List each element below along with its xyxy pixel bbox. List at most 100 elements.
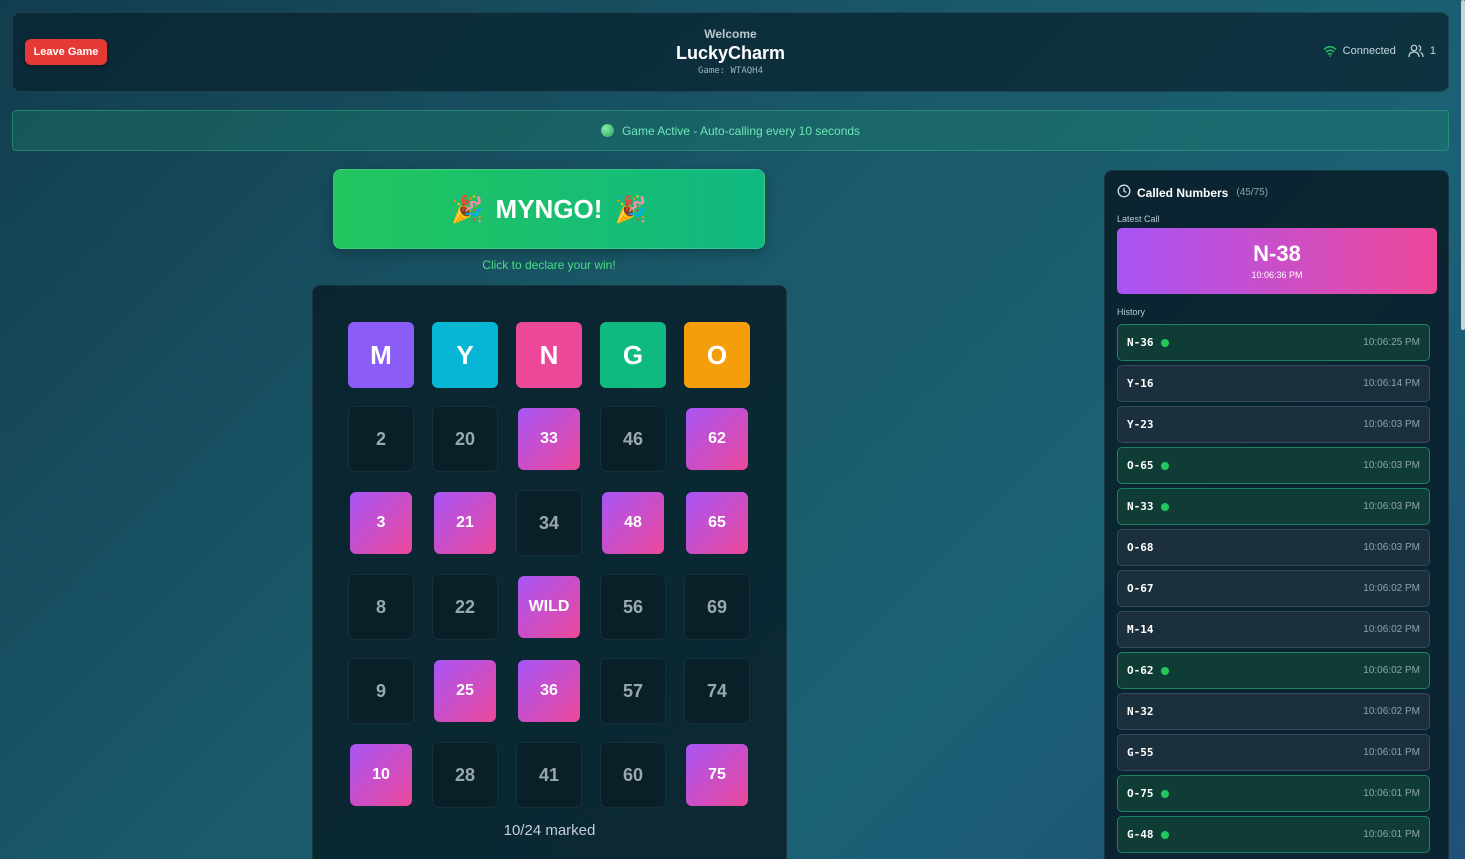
marked-dot-icon <box>1160 666 1169 675</box>
card-cell[interactable]: 41 <box>516 742 582 808</box>
history-item: N-32 10:06:02 PM <box>1117 693 1430 730</box>
page-scrollbar[interactable] <box>1461 0 1465 330</box>
party-popper-icon: 🎉 <box>614 193 647 224</box>
called-numbers-title: Called Numbers <box>1137 185 1229 200</box>
card-cell[interactable]: 25 <box>434 660 496 722</box>
history-item: O-62 10:06:02 PM <box>1117 652 1430 689</box>
myngo-hint: Click to declare your win! <box>482 258 616 272</box>
history-time: 10:06:01 PM <box>1363 788 1420 799</box>
card-cell[interactable]: 48 <box>602 492 664 554</box>
history-number: N-32 <box>1127 705 1154 718</box>
history-label: History <box>1117 307 1146 317</box>
history-time: 10:06:03 PM <box>1363 501 1420 512</box>
party-popper-icon: 🎉 <box>451 193 484 224</box>
marked-dot-icon <box>1160 502 1169 511</box>
history-time: 10:06:03 PM <box>1363 419 1420 430</box>
card-cell[interactable]: 21 <box>434 492 496 554</box>
card-cell[interactable]: 69 <box>684 574 750 640</box>
card-cell[interactable]: 62 <box>686 408 748 470</box>
history-time: 10:06:01 PM <box>1363 829 1420 840</box>
column-header-y: Y <box>432 322 498 388</box>
status-dot-icon <box>600 124 614 137</box>
marked-dot-icon <box>1160 830 1169 839</box>
marked-dot-icon <box>1160 338 1169 347</box>
clock-icon <box>1117 184 1131 201</box>
connection-status: Connected <box>1342 45 1396 57</box>
card-cell[interactable]: 22 <box>432 574 498 640</box>
card-cell[interactable]: 74 <box>684 658 750 724</box>
history-time: 10:06:02 PM <box>1363 583 1420 594</box>
history-item: G-48 10:06:01 PM <box>1117 816 1430 853</box>
card-cell[interactable]: 20 <box>432 406 498 472</box>
latest-call-label: Latest Call <box>1117 214 1160 224</box>
card-cell[interactable]: 36 <box>518 660 580 722</box>
history-time: 10:06:02 PM <box>1363 624 1420 635</box>
card-cell[interactable]: 60 <box>600 742 666 808</box>
game-header: Leave Game Welcome LuckyCharm Game: WTAQ… <box>12 12 1449 92</box>
card-cell[interactable]: 28 <box>432 742 498 808</box>
welcome-label: Welcome <box>704 27 757 41</box>
card-cell[interactable]: 8 <box>348 574 414 640</box>
card-grid: M Y N G O 2 20 33 46 62 3 21 34 48 65 8 22 WILD 56 69 9 25 36 5… <box>348 322 750 808</box>
history-list[interactable]: N-36 10:06:25 PM Y-16 10:06:14 PM Y-23 10:06:… <box>1117 324 1430 857</box>
history-item: O-68 10:06:03 PM <box>1117 529 1430 566</box>
card-cell[interactable]: 33 <box>518 408 580 470</box>
card-cell[interactable]: 34 <box>516 490 582 556</box>
called-count: (45/75) <box>1236 187 1269 198</box>
history-number: G-48 <box>1127 828 1154 841</box>
history-number: O-62 <box>1127 664 1154 677</box>
latest-call-number: N-38 <box>1253 241 1301 266</box>
card-cell[interactable]: 10 <box>350 744 412 806</box>
history-time: 10:06:03 PM <box>1363 460 1420 471</box>
column-header-o: O <box>684 322 750 388</box>
history-number: G-55 <box>1127 746 1154 759</box>
wifi-icon <box>1323 45 1337 57</box>
player-info: Welcome LuckyCharm Game: WTAQH4 <box>13 27 1448 76</box>
column-header-m: M <box>348 322 414 388</box>
history-item: N-33 10:06:03 PM <box>1117 488 1430 525</box>
history-time: 10:06:02 PM <box>1363 706 1420 717</box>
card-cell[interactable]: 57 <box>600 658 666 724</box>
history-item: O-75 10:06:01 PM <box>1117 775 1430 812</box>
card-cell[interactable]: 65 <box>686 492 748 554</box>
connection-info: Connected 1 <box>1323 44 1436 58</box>
column-header-g: G <box>600 322 666 388</box>
card-cell[interactable]: 9 <box>348 658 414 724</box>
history-item: Y-23 10:06:03 PM <box>1117 406 1430 443</box>
history-number: O-67 <box>1127 582 1154 595</box>
card-cell[interactable]: 46 <box>600 406 666 472</box>
card-cell[interactable]: 56 <box>600 574 666 640</box>
game-code: Game: WTAQH4 <box>697 66 764 76</box>
users-icon <box>1408 44 1424 58</box>
card-cell[interactable]: 3 <box>350 492 412 554</box>
history-time: 10:06:01 PM <box>1363 747 1420 758</box>
bingo-card: M Y N G O 2 20 33 46 62 3 21 34 48 65 8 22 WILD 56 69 9 25 36 5… <box>312 285 787 859</box>
wild-cell[interactable]: WILD <box>518 576 580 638</box>
card-cell[interactable]: 2 <box>348 406 414 472</box>
history-time: 10:06:14 PM <box>1363 378 1420 389</box>
myngo-label: MYNGO! <box>495 193 603 224</box>
card-cell[interactable]: 75 <box>686 744 748 806</box>
marked-dot-icon <box>1160 789 1169 798</box>
history-number: Y-23 <box>1127 418 1154 431</box>
history-item: G-55 10:06:01 PM <box>1117 734 1430 771</box>
status-text: Game Active - Auto-calling every 10 seco… <box>621 123 861 138</box>
history-item: O-65 10:06:03 PM <box>1117 447 1430 484</box>
player-count: 1 <box>1429 45 1436 57</box>
history-number: O-75 <box>1127 787 1154 800</box>
latest-call: N-38 10:06:36 PM <box>1117 228 1437 294</box>
history-time: 10:06:02 PM <box>1363 665 1420 676</box>
game-status-banner: Game Active - Auto-calling every 10 seco… <box>12 110 1449 151</box>
history-number: M-14 <box>1127 623 1154 636</box>
history-item: M-14 10:06:02 PM <box>1117 611 1430 648</box>
myngo-button[interactable]: 🎉 MYNGO! 🎉 <box>333 169 765 249</box>
history-number: N-36 <box>1127 336 1154 349</box>
marked-dot-icon <box>1160 461 1169 470</box>
history-item: O-67 10:06:02 PM <box>1117 570 1430 607</box>
history-number: O-68 <box>1127 541 1154 554</box>
history-time: 10:06:03 PM <box>1363 542 1420 553</box>
panel-title: Called Numbers (45/75) <box>1117 184 1268 201</box>
history-number: Y-16 <box>1127 377 1154 390</box>
history-number: N-33 <box>1127 500 1154 513</box>
column-header-n: N <box>516 322 582 388</box>
